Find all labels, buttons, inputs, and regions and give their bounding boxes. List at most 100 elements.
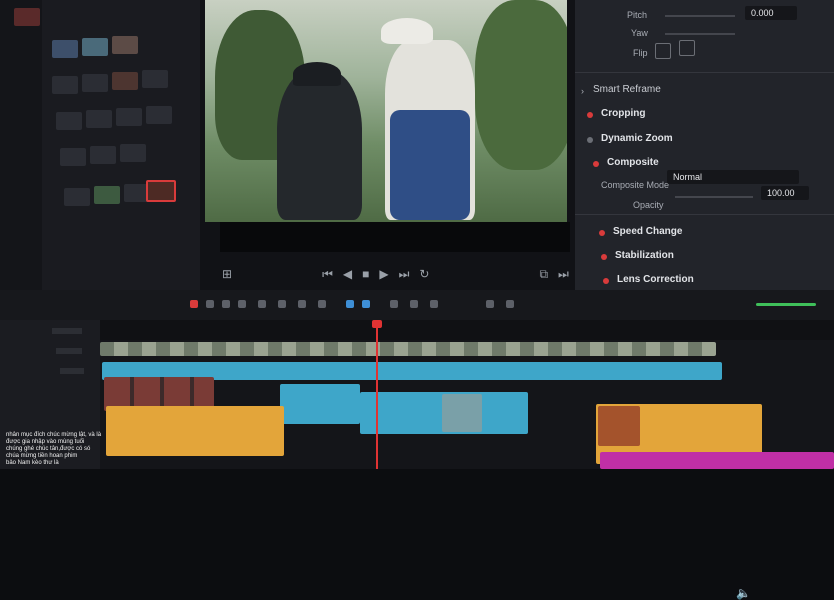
clip-thumbnail[interactable]: [52, 76, 78, 94]
jacket: [390, 110, 470, 220]
viewer-letterbox: [220, 222, 570, 252]
caption-line: được gia nhập vào mùng tuối: [6, 439, 85, 445]
smart-reframe-header[interactable]: Smart Reframe: [593, 84, 661, 95]
clip-thumbnail[interactable]: [56, 112, 82, 130]
clip-thumbnail[interactable]: [64, 188, 90, 206]
composite-mode-dropdown[interactable]: Normal: [667, 170, 799, 184]
next-clip-icon[interactable]: ⏭: [558, 267, 569, 282]
tool-icon[interactable]: [410, 300, 418, 308]
speed-change-enable-icon[interactable]: [599, 230, 605, 236]
clip-thumbnail[interactable]: [82, 74, 108, 92]
tool-icon[interactable]: [390, 300, 398, 308]
snap-icon[interactable]: [346, 300, 354, 308]
person-left: [277, 70, 362, 220]
video-clip-blue[interactable]: [280, 384, 360, 424]
timeline-ruler[interactable]: [100, 320, 834, 340]
audio-clip-orange[interactable]: [106, 406, 284, 456]
track-header[interactable]: [56, 348, 82, 354]
cap: [293, 62, 341, 86]
dynamic-zoom-header[interactable]: Dynamic Zoom: [601, 133, 673, 144]
pitch-label: Pitch: [627, 10, 648, 20]
video-clip-strip[interactable]: [100, 342, 716, 356]
pitch-slider[interactable]: [665, 15, 735, 17]
speed-change-header[interactable]: Speed Change: [613, 226, 682, 237]
dynamic-zoom-enable-icon[interactable]: [587, 137, 593, 143]
speaker-icon[interactable]: 🔈: [736, 586, 751, 600]
video-preview: [205, 0, 567, 222]
clip-thumbnail[interactable]: [82, 38, 108, 56]
flip-label: Flip: [633, 48, 648, 58]
caption-line: nhân mục đích chúc mừng lật, và là: [6, 432, 102, 438]
flip-horizontal-icon[interactable]: [655, 43, 671, 59]
clip-thumbnail[interactable]: [146, 106, 172, 124]
track-header[interactable]: [60, 368, 84, 374]
tool-icon[interactable]: [206, 300, 214, 308]
clip-thumbnail: [598, 406, 640, 446]
flip-vertical-icon[interactable]: [679, 40, 695, 56]
composite-header[interactable]: Composite: [607, 157, 659, 168]
clip-thumbnail[interactable]: [14, 8, 40, 26]
selected-clip-thumbnail[interactable]: [146, 180, 176, 202]
clip-thumbnail[interactable]: [112, 72, 138, 90]
tool-icon[interactable]: [298, 300, 306, 308]
stabilization-header[interactable]: Stabilization: [615, 250, 674, 261]
record-icon[interactable]: [190, 300, 198, 308]
chevron-right-icon[interactable]: ›: [581, 86, 584, 96]
bin-sidebar: [0, 0, 42, 300]
play-icon[interactable]: ▶: [379, 267, 388, 281]
clip-thumbnail[interactable]: [116, 108, 142, 126]
opacity-label: Opacity: [633, 200, 664, 210]
marker-icon[interactable]: [506, 300, 514, 308]
clip-thumbnail: [442, 394, 482, 432]
flag-icon[interactable]: [486, 300, 494, 308]
clip-thumbnail[interactable]: [90, 146, 116, 164]
clip-thumbnail[interactable]: [52, 40, 78, 58]
tool-icon[interactable]: [278, 300, 286, 308]
tool-icon[interactable]: [238, 300, 246, 308]
stop-icon[interactable]: ■: [362, 267, 369, 281]
clip-thumbnail[interactable]: [94, 186, 120, 204]
yaw-slider[interactable]: [665, 33, 735, 35]
pitch-field[interactable]: 0.000: [745, 6, 797, 20]
video-clip-pink[interactable]: [600, 452, 834, 469]
viewer-options-icon[interactable]: ⊞: [222, 267, 232, 281]
stabilization-enable-icon[interactable]: [601, 254, 607, 260]
caption-line: chúng ghé chúc tân,được có só: [6, 446, 91, 452]
skip-back-icon[interactable]: ⏮: [322, 267, 333, 282]
divider: [575, 214, 834, 215]
playhead[interactable]: [376, 323, 378, 469]
lens-correction-header[interactable]: Lens Correction: [617, 274, 694, 285]
clip-thumbnail[interactable]: [60, 148, 86, 166]
tree: [475, 0, 567, 170]
media-bin: [0, 0, 200, 300]
opacity-slider[interactable]: [675, 196, 753, 198]
loop-icon[interactable]: ↻: [419, 267, 429, 281]
link-icon[interactable]: [362, 300, 370, 308]
composite-enable-icon[interactable]: [593, 161, 599, 167]
track-header[interactable]: [52, 328, 82, 334]
composite-mode-label: Composite Mode: [601, 180, 670, 190]
lens-correction-enable-icon[interactable]: [603, 278, 609, 284]
skip-forward-icon[interactable]: ⏭: [399, 267, 410, 282]
cropping-header[interactable]: Cropping: [601, 108, 645, 119]
opacity-field[interactable]: 100.00: [761, 186, 809, 200]
clip-thumbnail[interactable]: [86, 110, 112, 128]
caption-overlay: nhân mục đích chúc mừng lật, và là được …: [6, 432, 106, 467]
playhead-handle[interactable]: [372, 320, 382, 328]
clip-thumbnail[interactable]: [112, 36, 138, 54]
match-frame-icon[interactable]: ⧉: [539, 267, 548, 282]
clip-thumbnail[interactable]: [120, 144, 146, 162]
tool-icon[interactable]: [222, 300, 230, 308]
tool-icon[interactable]: [430, 300, 438, 308]
clip-thumbnail[interactable]: [142, 70, 168, 88]
transport-controls: ⊞ ⏮ ◀ ■ ▶ ⏭ ↻ ⧉ ⏭ ⏭: [210, 262, 590, 286]
play-reverse-icon[interactable]: ◀: [343, 267, 352, 281]
cropping-enable-icon[interactable]: [587, 112, 593, 118]
volume-slider[interactable]: [756, 303, 816, 306]
caption-line: bảo Nam kèo thư là: [6, 460, 59, 466]
inspector-panel: Pitch 0.000 Yaw Flip › Smart Reframe Cro…: [575, 0, 834, 290]
tool-icon[interactable]: [318, 300, 326, 308]
hat: [381, 18, 433, 44]
tool-icon[interactable]: [258, 300, 266, 308]
yaw-label: Yaw: [631, 28, 648, 38]
